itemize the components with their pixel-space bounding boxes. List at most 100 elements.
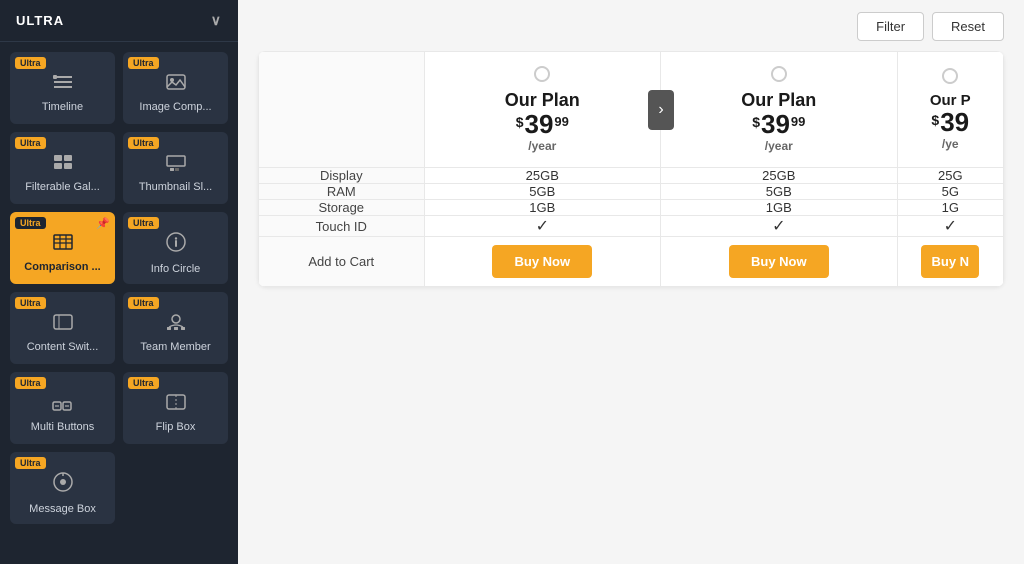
value-ram-1: 5GB	[424, 184, 661, 200]
price-dollar-3: $	[931, 112, 939, 128]
comparison-table-wrap: › Our Plan $ 39 99 /year	[238, 51, 1024, 564]
price-cents-2: 99	[791, 114, 805, 129]
table-row: Display 25GB 25GB 25G	[259, 168, 1004, 184]
plan-radio-2[interactable]	[771, 66, 787, 82]
price-cents-1: 99	[554, 114, 568, 129]
sidebar-grid: Ultra Timeline Ultra Imag	[0, 42, 238, 534]
team-member-icon	[165, 313, 187, 337]
price-amount-3: 39	[940, 109, 969, 135]
plan-radio-1[interactable]	[534, 66, 550, 82]
value-storage-2: 1GB	[661, 200, 898, 216]
timeline-label: Timeline	[42, 101, 83, 114]
flip-box-label: Flip Box	[156, 421, 196, 434]
plan-header-2: Our Plan $ 39 99 /year	[661, 52, 897, 167]
comparison-table: › Our Plan $ 39 99 /year	[258, 51, 1004, 287]
table-row: Touch ID ✓ ✓ ✓	[259, 216, 1004, 237]
sidebar-item-timeline[interactable]: Ultra Timeline	[10, 52, 115, 124]
price-period-2: /year	[671, 139, 887, 153]
plan-name-2: Our Plan	[671, 90, 887, 111]
value-display-2: 25GB	[661, 168, 898, 184]
info-circle-icon	[165, 231, 187, 259]
filterable-gal-icon	[52, 153, 74, 177]
ultra-badge: Ultra	[128, 297, 159, 309]
sidebar-item-flip-box[interactable]: Ultra Flip Box	[123, 372, 228, 444]
sidebar-item-message-box[interactable]: Ultra Message Box	[10, 452, 115, 524]
value-ram-2: 5GB	[661, 184, 898, 200]
value-touch-id-2: ✓	[661, 216, 898, 237]
reset-button[interactable]: Reset	[932, 12, 1004, 41]
value-display-1: 25GB	[424, 168, 661, 184]
sidebar-item-info-circle[interactable]: Ultra Info Circle	[123, 212, 228, 284]
buy-now-button-3[interactable]: Buy N	[921, 245, 979, 278]
image-comp-label: Image Comp...	[139, 101, 211, 114]
sidebar-item-thumbnail-sl[interactable]: Ultra Thumbnail Sl...	[123, 132, 228, 204]
multi-buttons-label: Multi Buttons	[31, 421, 95, 434]
price-period-3: /ye	[904, 137, 997, 151]
price-dollar-1: $	[516, 114, 524, 130]
message-box-icon	[52, 471, 74, 499]
comparison-icon	[52, 233, 74, 257]
value-storage-3: 1G	[897, 200, 1003, 216]
info-circle-label: Info Circle	[151, 263, 201, 276]
sidebar-item-filterable-gal[interactable]: Ultra Filterable Gal...	[10, 132, 115, 204]
sidebar-item-multi-buttons[interactable]: Ultra Multi Buttons	[10, 372, 115, 444]
value-display-3: 25G	[897, 168, 1003, 184]
ultra-badge: Ultra	[128, 137, 159, 149]
buy-now-button-1[interactable]: Buy Now	[492, 245, 592, 278]
feature-label-display: Display	[259, 168, 425, 184]
ultra-badge: Ultra	[128, 57, 159, 69]
table-row: RAM 5GB 5GB 5G	[259, 184, 1004, 200]
plan-price-1: $ 39 99	[435, 111, 651, 137]
ultra-badge: Ultra	[15, 217, 46, 229]
value-buy-2: Buy Now	[661, 237, 898, 287]
value-touch-id-3: ✓	[897, 216, 1003, 237]
filterable-gal-label: Filterable Gal...	[25, 181, 100, 194]
feature-label-touch-id: Touch ID	[259, 216, 425, 237]
plan-header-1: › Our Plan $ 39 99 /year	[425, 52, 661, 167]
check-icon-3: ✓	[944, 218, 957, 235]
flip-box-icon	[165, 393, 187, 417]
check-icon-2: ✓	[772, 218, 785, 235]
sidebar-collapse-icon[interactable]: ∨	[211, 12, 222, 29]
ultra-badge: Ultra	[128, 217, 159, 229]
pin-icon[interactable]: 📌	[96, 217, 110, 230]
ultra-badge: Ultra	[15, 57, 46, 69]
table-row: Storage 1GB 1GB 1G	[259, 200, 1004, 216]
sidebar-item-comparison[interactable]: Ultra 📌 Comparison ...	[10, 212, 115, 284]
price-period-1: /year	[435, 139, 651, 153]
top-bar: Filter Reset	[238, 0, 1024, 51]
value-buy-1: Buy Now	[424, 237, 661, 287]
table-row: Add to Cart Buy Now Buy Now Buy N	[259, 237, 1004, 287]
thumbnail-sl-label: Thumbnail Sl...	[139, 181, 212, 194]
next-plan-button[interactable]: ›	[648, 90, 674, 130]
ultra-badge: Ultra	[15, 377, 46, 389]
plan-header-3: Our P $ 39 /ye	[898, 54, 1003, 165]
ultra-badge: Ultra	[15, 457, 46, 469]
thumbnail-sl-icon	[165, 153, 187, 177]
feature-label-storage: Storage	[259, 200, 425, 216]
message-box-label: Message Box	[29, 503, 96, 516]
price-dollar-2: $	[752, 114, 760, 130]
check-icon-1: ✓	[536, 218, 549, 235]
buy-now-button-2[interactable]: Buy Now	[729, 245, 829, 278]
sidebar-item-image-comp[interactable]: Ultra Image Comp...	[123, 52, 228, 124]
content-swit-icon	[52, 313, 74, 337]
sidebar-item-content-swit[interactable]: Ultra Content Swit...	[10, 292, 115, 364]
sidebar-title: ULTRA	[16, 13, 64, 28]
main-content: Filter Reset › Our Plan $ 39	[238, 0, 1024, 564]
plan-price-3: $ 39	[904, 109, 997, 135]
comparison-label: Comparison ...	[24, 261, 100, 274]
ultra-badge: Ultra	[15, 137, 46, 149]
filter-button[interactable]: Filter	[857, 12, 924, 41]
plan-name-1: Our Plan	[435, 90, 651, 111]
timeline-icon	[52, 73, 74, 97]
image-comp-icon	[165, 73, 187, 97]
sidebar-item-team-member[interactable]: Ultra Team Member	[123, 292, 228, 364]
value-storage-1: 1GB	[424, 200, 661, 216]
plan-price-2: $ 39 99	[671, 111, 887, 137]
plan-radio-3[interactable]	[942, 68, 958, 84]
price-amount-1: 39	[525, 111, 554, 137]
sidebar: ULTRA ∨ Ultra Timeline Ultra	[0, 0, 238, 564]
feature-label-ram: RAM	[259, 184, 425, 200]
feature-label-add-to-cart: Add to Cart	[259, 237, 425, 287]
